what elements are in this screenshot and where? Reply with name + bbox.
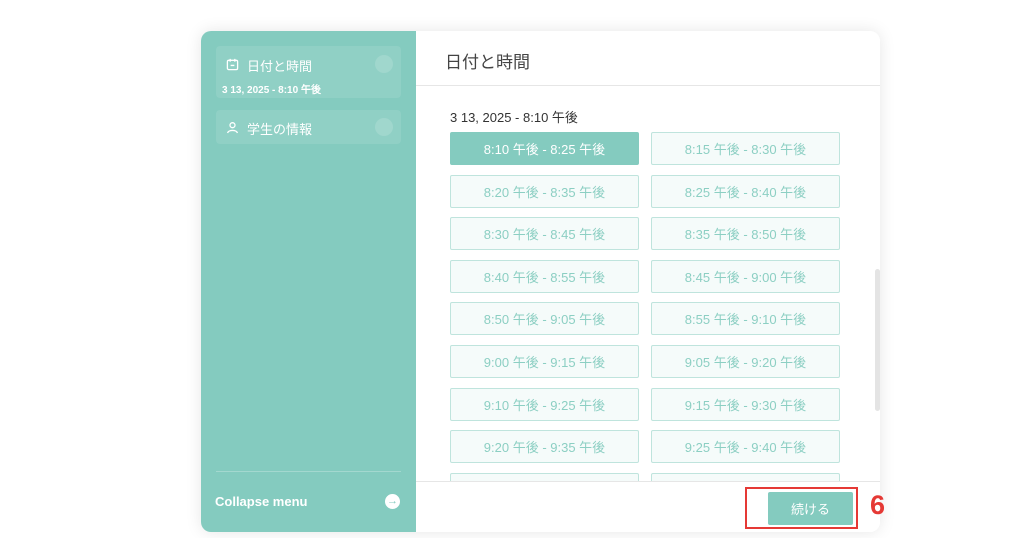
main-panel: 日付と時間 3 13, 2025 - 8:10 午後 8:10 午後 - 8:2… bbox=[416, 31, 880, 532]
time-slot-button[interactable]: 8:40 午後 - 8:55 午後 bbox=[450, 259, 639, 293]
sidebar-item-row: 学生の情報 bbox=[226, 119, 312, 138]
time-slot-button[interactable]: 8:15 午後 - 8:30 午後 bbox=[651, 132, 840, 165]
scrollbar-track[interactable] bbox=[874, 87, 880, 481]
time-slot-button[interactable]: 8:25 午後 - 8:40 午後 bbox=[651, 174, 840, 208]
time-slot-button[interactable]: 8:10 午後 - 8:25 午後 bbox=[450, 132, 639, 165]
scrollbar-thumb[interactable] bbox=[875, 269, 880, 411]
time-slot-button[interactable]: 9:05 午後 - 9:20 午後 bbox=[651, 345, 840, 378]
selected-date-label: 3 13, 2025 - 8:10 午後 bbox=[450, 110, 578, 125]
sidebar-item-date-time[interactable]: 日付と時間 3 13, 2025 - 8:10 午後 bbox=[216, 46, 401, 98]
time-slot-button[interactable]: 8:30 午後 - 8:45 午後 bbox=[450, 217, 639, 251]
status-dot bbox=[375, 118, 393, 136]
sidebar-item-label: 日付と時間 bbox=[247, 59, 313, 74]
time-slot-grid: 8:10 午後 - 8:25 午後 8:15 午後 - 8:30 午後 8:20 午… bbox=[450, 132, 842, 481]
time-slot-button[interactable]: 8:35 午後 - 8:50 午後 bbox=[651, 217, 840, 251]
time-slot-button[interactable]: 9:10 午後 - 9:25 午後 bbox=[450, 387, 639, 421]
arrow-right-icon: → bbox=[385, 493, 400, 509]
time-slot-button[interactable]: 9:00 午後 - 9:15 午後 bbox=[450, 345, 639, 378]
step-number: 6 bbox=[870, 490, 886, 520]
sidebar-item-label: 学生の情報 bbox=[247, 122, 313, 137]
time-slot-button[interactable]: 9:15 午後 - 9:30 午後 bbox=[651, 387, 840, 421]
time-slot-button[interactable]: 8:20 午後 - 8:35 午後 bbox=[450, 174, 639, 208]
time-slot-button[interactable]: 8:50 午後 - 9:05 午後 bbox=[450, 302, 639, 336]
sidebar: 日付と時間 3 13, 2025 - 8:10 午後 学生の情報 Collaps… bbox=[201, 31, 416, 532]
collapse-menu-button[interactable]: Collapse menu → bbox=[215, 491, 400, 511]
collapse-menu-label: Collapse menu bbox=[215, 493, 308, 509]
status-dot bbox=[375, 55, 393, 73]
sidebar-item-student-info[interactable]: 学生の情報 bbox=[216, 110, 401, 144]
time-slot-button[interactable] bbox=[450, 472, 639, 481]
page-title: 日付と時間 bbox=[445, 53, 530, 72]
time-slot-button[interactable]: 9:25 午後 - 9:40 午後 bbox=[651, 430, 840, 464]
time-slot-button[interactable]: 9:20 午後 - 9:35 午後 bbox=[450, 430, 639, 464]
sidebar-item-sublabel: 3 13, 2025 - 8:10 午後 bbox=[222, 85, 321, 96]
time-slot-button[interactable]: 8:55 午後 - 9:10 午後 bbox=[651, 302, 840, 336]
booking-card: 日付と時間 3 13, 2025 - 8:10 午後 学生の情報 Collaps… bbox=[201, 31, 880, 532]
sidebar-divider bbox=[216, 471, 401, 472]
person-icon bbox=[226, 121, 239, 137]
calendar-icon bbox=[226, 58, 239, 74]
time-slot-button[interactable]: 8:45 午後 - 9:00 午後 bbox=[651, 259, 840, 293]
main-header: 日付と時間 bbox=[416, 31, 880, 86]
sidebar-item-row: 日付と時間 bbox=[226, 56, 312, 75]
highlight-box bbox=[745, 487, 858, 529]
time-slot-button[interactable] bbox=[651, 472, 840, 481]
